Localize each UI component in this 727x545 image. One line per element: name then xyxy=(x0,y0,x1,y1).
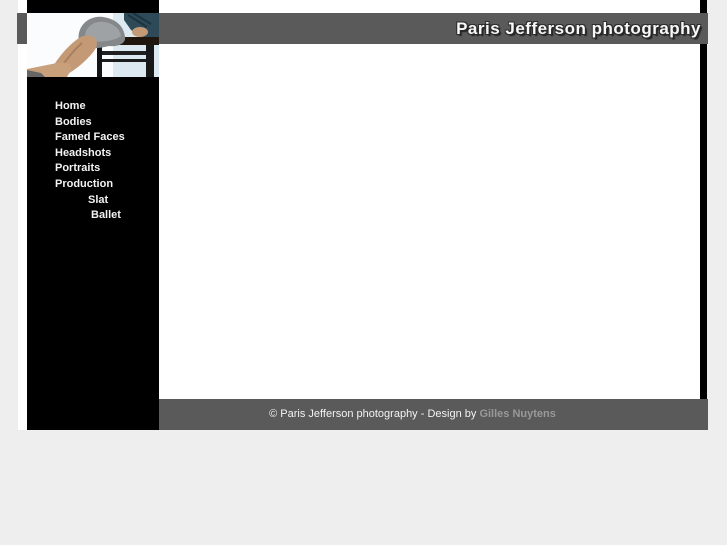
designer-link[interactable]: Gilles Nuytens xyxy=(479,408,555,420)
photo-artwork xyxy=(27,13,159,77)
sidebar-item-ballet[interactable]: Ballet xyxy=(91,209,121,221)
menu-row: Production xyxy=(27,176,159,192)
menu-row: Portraits xyxy=(27,160,159,176)
menu-row: Ballet xyxy=(27,207,159,223)
sidebar-item-slat[interactable]: Slat xyxy=(88,194,108,206)
sidebar-item-bodies[interactable]: Bodies xyxy=(55,116,92,128)
content-area xyxy=(159,44,700,399)
sidebar-item-famed-faces[interactable]: Famed Faces xyxy=(55,131,125,143)
menu-row: Home xyxy=(27,98,159,114)
banner-photo xyxy=(27,13,159,77)
sidebar-item-headshots[interactable]: Headshots xyxy=(55,147,111,159)
menu-row: Slat xyxy=(27,192,159,208)
footer-bar: © Paris Jefferson photography - Design b… xyxy=(159,399,708,430)
sidebar: Home Bodies Famed Faces Headshots Portra… xyxy=(27,0,159,430)
sidebar-item-home[interactable]: Home xyxy=(55,100,86,112)
sidebar-item-production[interactable]: Production xyxy=(55,178,113,190)
sidebar-item-portraits[interactable]: Portraits xyxy=(55,162,100,174)
menu-row: Headshots xyxy=(27,145,159,161)
footer-copyright: © Paris Jefferson photography - Design b… xyxy=(269,408,477,420)
menu-row: Famed Faces xyxy=(27,129,159,145)
main-menu: Home Bodies Famed Faces Headshots Portra… xyxy=(27,98,159,223)
menu-row: Bodies xyxy=(27,114,159,130)
page-background: { "window": { "width": 727, "height": 54… xyxy=(0,0,727,545)
